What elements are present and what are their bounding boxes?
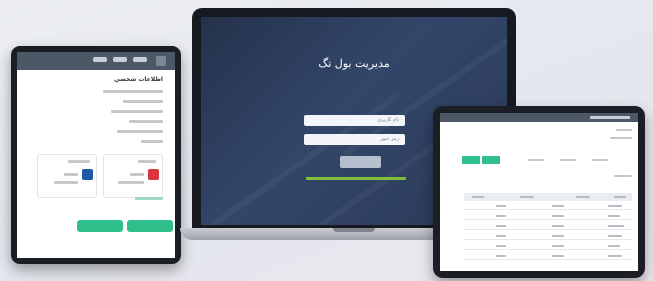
table-cell [608, 215, 620, 217]
table-cell [552, 235, 564, 237]
text-line [123, 100, 163, 103]
nav-item[interactable] [93, 57, 107, 62]
menu-icon[interactable] [156, 56, 166, 66]
status-note [306, 177, 406, 180]
section-heading: اطلاعات شخصي [114, 76, 163, 83]
text-line [117, 130, 163, 133]
table-row[interactable] [464, 249, 632, 250]
table-row[interactable] [464, 259, 632, 260]
tab-label[interactable] [560, 159, 576, 161]
table-cell [608, 225, 624, 227]
primary-button[interactable] [127, 220, 173, 232]
table-cell [496, 225, 506, 227]
password-input[interactable]: رمز عبور [304, 134, 405, 145]
card-value [118, 181, 144, 184]
laptop-notch [333, 228, 375, 232]
login-button[interactable] [340, 156, 381, 168]
link-text[interactable] [135, 197, 163, 200]
primary-button[interactable] [77, 220, 123, 232]
column-header [576, 196, 590, 198]
tablet-device-right [433, 106, 645, 278]
table-cell [608, 235, 622, 237]
table-cell [496, 205, 506, 207]
text-line [614, 175, 632, 177]
text-line [129, 120, 163, 123]
tablet-right-screen [440, 113, 638, 271]
table-cell [496, 255, 506, 257]
file-icon [82, 169, 93, 180]
nav-item[interactable] [133, 57, 147, 62]
table-cell [552, 205, 564, 207]
table-row[interactable] [464, 209, 632, 210]
table-header [464, 193, 632, 201]
tablet-left-header-bar [17, 52, 175, 70]
tab-label[interactable] [592, 159, 608, 161]
table-cell [552, 245, 564, 247]
login-title: مديريت بول تگ [318, 57, 390, 70]
info-card[interactable] [37, 154, 97, 198]
pdf-icon [148, 169, 159, 180]
card-label [138, 160, 156, 163]
tablet-left-screen: اطلاعات شخصي [17, 52, 175, 258]
tab-label[interactable] [528, 159, 544, 161]
tablet-device-left: اطلاعات شخصي [11, 46, 181, 264]
table-cell [552, 225, 564, 227]
table-row[interactable] [464, 219, 632, 220]
table-row[interactable] [464, 239, 632, 240]
column-header [614, 196, 626, 198]
tablet-right-header-bar [440, 113, 638, 122]
text-line [141, 140, 163, 143]
text-line [111, 110, 163, 113]
table-cell [608, 245, 620, 247]
tab-active[interactable] [462, 156, 480, 164]
text-line [610, 137, 632, 139]
table-cell [496, 245, 506, 247]
table-cell [552, 255, 564, 257]
table-cell [608, 205, 622, 207]
table-cell [496, 215, 506, 217]
table-cell [552, 215, 564, 217]
card-value [130, 173, 144, 176]
card-value [64, 173, 78, 176]
table-row[interactable] [464, 229, 632, 230]
nav-item[interactable] [590, 116, 630, 119]
text-line [103, 90, 163, 93]
username-input[interactable]: نام کاربری [304, 115, 405, 126]
table-cell [608, 255, 622, 257]
card-label [68, 160, 90, 163]
column-header [520, 196, 534, 198]
table-cell [496, 235, 506, 237]
page-title [616, 129, 632, 131]
card-value [54, 181, 78, 184]
info-card[interactable] [103, 154, 163, 198]
nav-item[interactable] [113, 57, 127, 62]
tab-active[interactable] [482, 156, 500, 164]
column-header [472, 196, 484, 198]
